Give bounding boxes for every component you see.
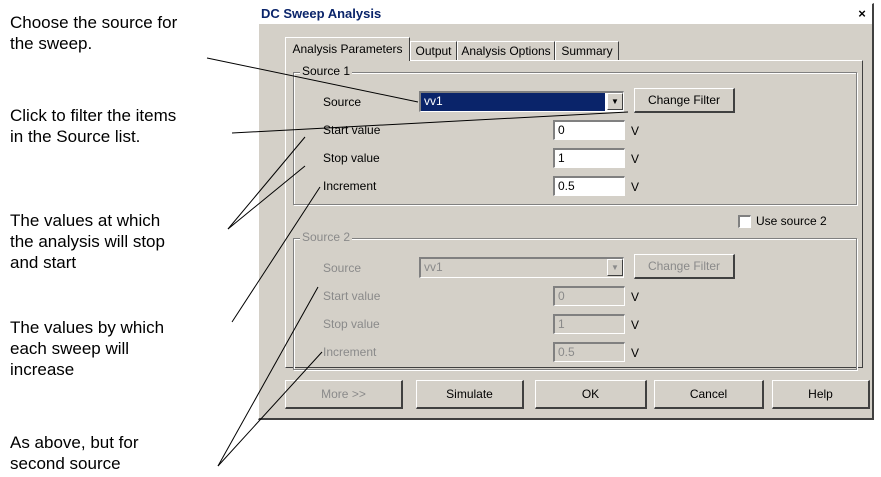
use-source2-label: Use source 2 — [756, 214, 827, 228]
annotation-filter: Click to filter the items in the Source … — [10, 105, 176, 147]
annotation-line: in the Source list. — [10, 127, 141, 146]
annotation-line: and start — [10, 253, 77, 272]
source1-start-input[interactable]: 0 — [553, 120, 625, 140]
chevron-down-icon[interactable]: ▼ — [607, 93, 623, 110]
source1-stop-label: Stop value — [323, 151, 380, 165]
tab-summary[interactable]: Summary — [555, 41, 619, 60]
annotation-line: second source — [10, 454, 121, 473]
title-bar[interactable]: DC Sweep Analysis × — [259, 4, 872, 24]
source2-change-filter-button[interactable]: Change Filter — [634, 254, 735, 279]
chevron-down-icon[interactable]: ▼ — [607, 259, 623, 276]
cancel-button[interactable]: Cancel — [654, 380, 764, 409]
dialog-title: DC Sweep Analysis — [261, 6, 382, 21]
source1-stop-unit: V — [631, 152, 640, 166]
source2-source-select[interactable]: vv1 ▼ — [419, 257, 624, 278]
annotation-line: Click to filter the items — [10, 106, 177, 125]
help-button[interactable]: Help — [772, 380, 870, 409]
source1-source-label: Source — [323, 95, 362, 109]
source1-group: Source 1 Source vv1 ▼ Change Filter Star… — [293, 64, 857, 205]
use-source2-checkbox[interactable] — [738, 215, 751, 228]
source2-start-unit: V — [631, 290, 640, 304]
source2-start-label: Start value — [323, 289, 381, 303]
source2-stop-input[interactable]: 1 — [553, 314, 625, 334]
more-button[interactable]: More >> — [285, 380, 403, 409]
annotation-line: increase — [10, 360, 75, 379]
source1-stop-input[interactable]: 1 — [553, 148, 625, 168]
annotation-line: The values at which — [10, 211, 161, 230]
source2-stop-unit: V — [631, 318, 640, 332]
source1-increment-label: Increment — [323, 179, 377, 193]
source2-source-label: Source — [323, 261, 362, 275]
source1-increment-input[interactable]: 0.5 — [553, 176, 625, 196]
source1-group-label: Source 1 — [300, 64, 353, 78]
annotation-line: the sweep. — [10, 34, 93, 53]
annotation-line: Choose the source for — [10, 13, 178, 32]
tab-analysis-parameters[interactable]: Analysis Parameters — [285, 37, 410, 61]
tab-output[interactable]: Output — [410, 41, 457, 60]
source2-start-input[interactable]: 0 — [553, 286, 625, 306]
source2-increment-label: Increment — [323, 345, 377, 359]
source2-increment-unit: V — [631, 346, 640, 360]
source2-source-value: vv1 — [424, 260, 443, 274]
source1-start-label: Start value — [323, 123, 381, 137]
tab-analysis-options[interactable]: Analysis Options — [457, 41, 555, 60]
annotation-line: each sweep will — [10, 339, 130, 358]
annotation-stop-start: The values at which the analysis will st… — [10, 210, 165, 273]
annotation-increment: The values by which each sweep will incr… — [10, 317, 164, 380]
source2-stop-label: Stop value — [323, 317, 380, 331]
source1-start-unit: V — [631, 124, 640, 138]
annotation-second-source: As above, but for second source — [10, 432, 139, 474]
annotation-line: the analysis will stop — [10, 232, 165, 251]
annotation-choose-source: Choose the source for the sweep. — [10, 12, 177, 54]
source1-increment-unit: V — [631, 180, 640, 194]
simulate-button[interactable]: Simulate — [416, 380, 524, 409]
source2-group-label: Source 2 — [300, 230, 353, 244]
source2-increment-input[interactable]: 0.5 — [553, 342, 625, 362]
source1-source-value: vv1 — [421, 93, 605, 111]
annotation-line: As above, but for — [10, 433, 139, 452]
ok-button[interactable]: OK — [535, 380, 647, 409]
annotation-line: The values by which — [10, 318, 165, 337]
source1-change-filter-button[interactable]: Change Filter — [634, 88, 735, 113]
dc-sweep-dialog: DC Sweep Analysis × Analysis Parameters … — [258, 3, 874, 420]
source1-source-select[interactable]: vv1 ▼ — [419, 91, 624, 112]
source2-group: Source 2 Source vv1 ▼ Change Filter Star… — [293, 230, 857, 370]
close-icon[interactable]: × — [854, 6, 870, 21]
